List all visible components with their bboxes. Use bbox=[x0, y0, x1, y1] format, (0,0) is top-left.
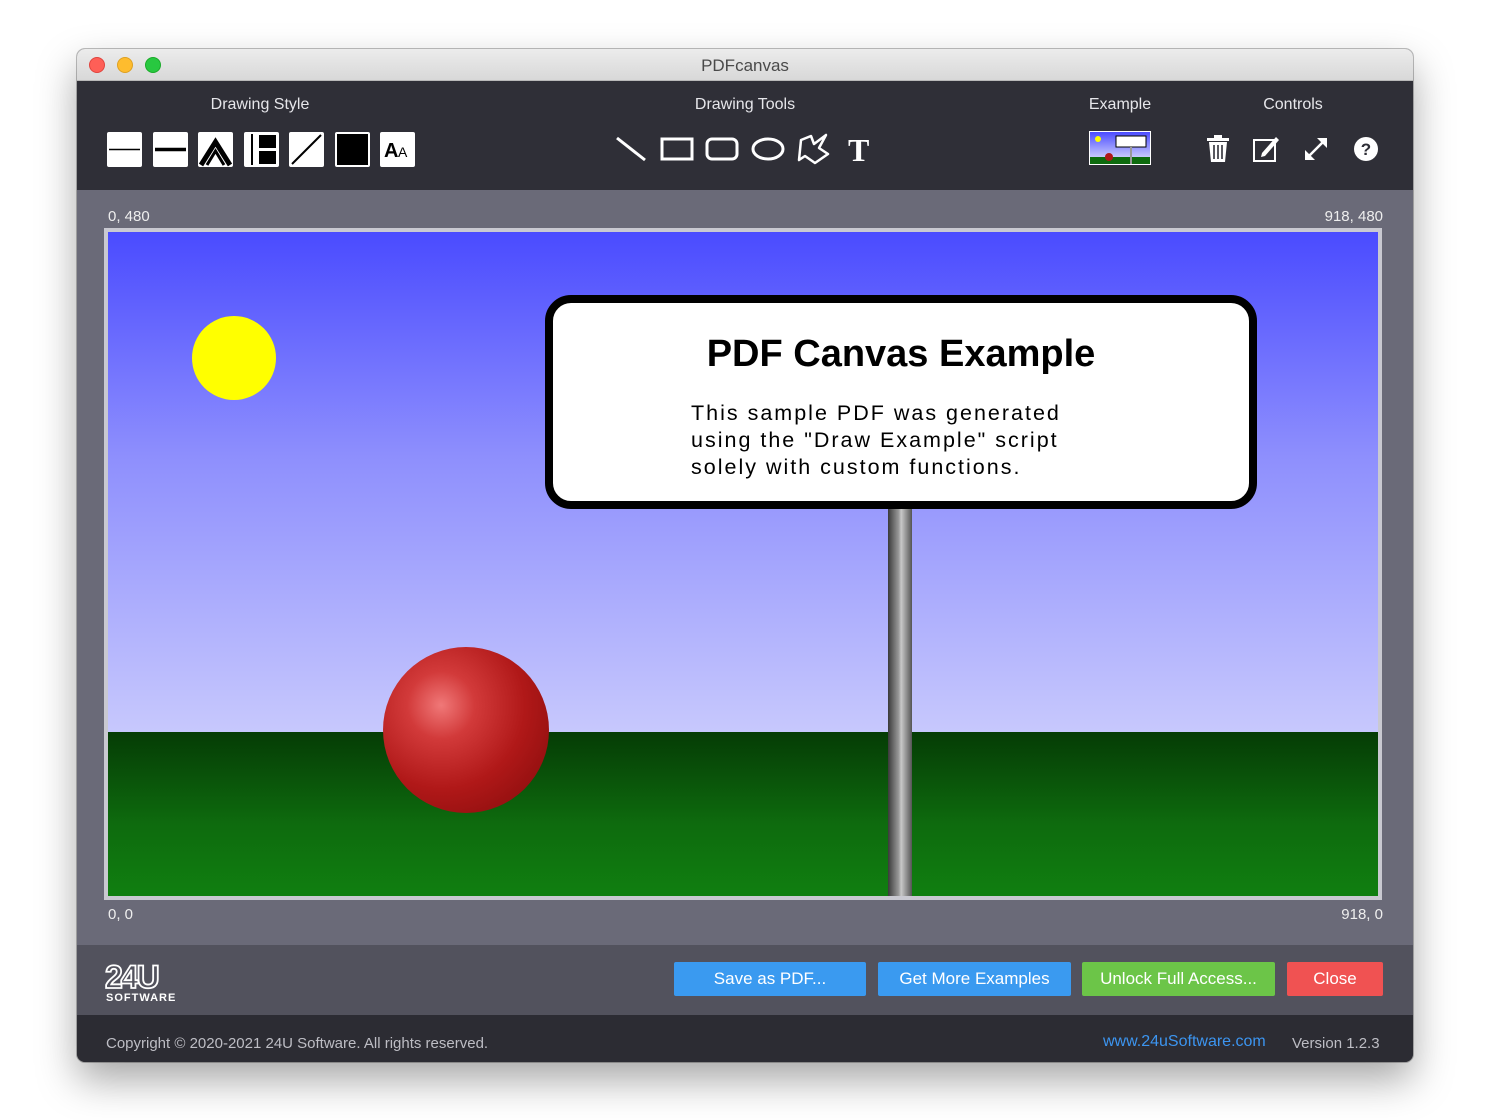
drawing-style-label: Drawing Style bbox=[210, 96, 310, 113]
app-window: PDFcanvas Drawing Style Drawing Tools Ex… bbox=[77, 49, 1413, 1062]
svg-text:A: A bbox=[384, 140, 398, 162]
action-bar: 24U SOFTWARE Save as PDF... Get More Exa… bbox=[77, 945, 1413, 1015]
edit-script-button[interactable] bbox=[1247, 130, 1285, 168]
rectangle-tool-icon bbox=[660, 137, 694, 161]
get-more-examples-button[interactable]: Get More Examples bbox=[878, 962, 1071, 996]
svg-text:SOFTWARE: SOFTWARE bbox=[106, 992, 176, 1003]
red-ball-shape bbox=[383, 647, 549, 813]
line-tool[interactable] bbox=[611, 130, 649, 168]
title-bar: PDFcanvas bbox=[77, 49, 1413, 81]
save-as-pdf-button[interactable]: Save as PDF... bbox=[674, 962, 866, 996]
expand-button[interactable] bbox=[1297, 130, 1335, 168]
toolbar: Drawing Style Drawing Tools Example Cont… bbox=[77, 81, 1413, 190]
line-cap-icon bbox=[251, 134, 276, 165]
help-icon: ? bbox=[1354, 137, 1378, 161]
example-label: Example bbox=[1088, 96, 1152, 113]
rectangle-tool[interactable] bbox=[658, 130, 696, 168]
svg-text:A: A bbox=[398, 144, 408, 160]
controls-label: Controls bbox=[1263, 96, 1323, 113]
sign-board: PDF Canvas Example This sample PDF was g… bbox=[545, 295, 1257, 509]
edit-icon bbox=[1253, 137, 1279, 162]
polygon-tool-icon bbox=[797, 133, 830, 165]
trash-icon bbox=[1207, 135, 1229, 162]
ground bbox=[108, 732, 1378, 896]
diagonal-stroke-icon bbox=[291, 134, 322, 165]
polygon-tool[interactable] bbox=[795, 130, 833, 168]
thick-line-style-button[interactable] bbox=[153, 132, 188, 167]
rounded-rectangle-tool-icon bbox=[705, 137, 739, 161]
text-tool-icon: T bbox=[848, 132, 869, 168]
rounded-rectangle-tool[interactable] bbox=[703, 130, 741, 168]
line-cap-style-button[interactable] bbox=[244, 132, 279, 167]
expand-icon bbox=[1305, 138, 1327, 160]
window-title: PDFcanvas bbox=[701, 56, 789, 75]
stroke-style-button[interactable] bbox=[289, 132, 324, 167]
svg-text:T: T bbox=[848, 132, 869, 168]
oval-tool[interactable] bbox=[749, 130, 787, 168]
sign-pole bbox=[888, 502, 912, 896]
svg-text:24U: 24U bbox=[105, 961, 159, 995]
24u-software-logo: 24U SOFTWARE bbox=[105, 961, 176, 1003]
fill-color-style-button[interactable] bbox=[335, 132, 370, 167]
font-style-button[interactable]: A A bbox=[380, 132, 415, 167]
line-tool-icon bbox=[616, 136, 646, 162]
help-button[interactable]: ? bbox=[1347, 130, 1385, 168]
line-join-icon bbox=[198, 137, 233, 167]
unlock-full-access-button[interactable]: Unlock Full Access... bbox=[1082, 962, 1275, 996]
clear-canvas-button[interactable] bbox=[1199, 130, 1237, 168]
text-tool[interactable]: T bbox=[841, 130, 879, 168]
example-thumbnail-button[interactable] bbox=[1089, 131, 1151, 165]
coord-top-left: 0, 480 bbox=[108, 208, 150, 225]
website-link[interactable]: www.24uSoftware.com bbox=[1103, 1033, 1266, 1051]
thick-line-icon bbox=[155, 147, 186, 152]
coord-top-right: 918, 480 bbox=[1324, 208, 1383, 225]
svg-text:?: ? bbox=[1361, 140, 1371, 159]
sun-shape bbox=[192, 316, 276, 400]
fill-color-swatch-icon bbox=[337, 134, 368, 165]
drawing-tools-label: Drawing Tools bbox=[694, 96, 796, 113]
example-thumbnail-icon bbox=[1090, 132, 1150, 164]
sign-title: PDF Canvas Example bbox=[706, 333, 1096, 375]
coord-bottom-right: 918, 0 bbox=[1341, 906, 1383, 923]
thin-line-icon bbox=[109, 148, 140, 151]
line-join-style-button[interactable] bbox=[198, 132, 233, 167]
thin-line-style-button[interactable] bbox=[107, 132, 142, 167]
footer: Copyright © 2020-2021 24U Software. All … bbox=[77, 1015, 1413, 1062]
canvas-area: 0, 480 918, 480 PDF Canvas Example This … bbox=[77, 190, 1413, 945]
sign-body: This sample PDF was generated using the … bbox=[691, 401, 1061, 479]
copyright-text: Copyright © 2020-2021 24U Software. All … bbox=[106, 1035, 489, 1052]
version-text: Version 1.2.3 bbox=[1292, 1035, 1380, 1052]
drawing-canvas[interactable]: PDF Canvas Example This sample PDF was g… bbox=[104, 228, 1382, 900]
font-icon: A A bbox=[384, 140, 408, 162]
oval-tool-icon bbox=[751, 137, 785, 161]
close-button[interactable]: Close bbox=[1287, 962, 1383, 996]
coord-bottom-left: 0, 0 bbox=[108, 906, 134, 923]
